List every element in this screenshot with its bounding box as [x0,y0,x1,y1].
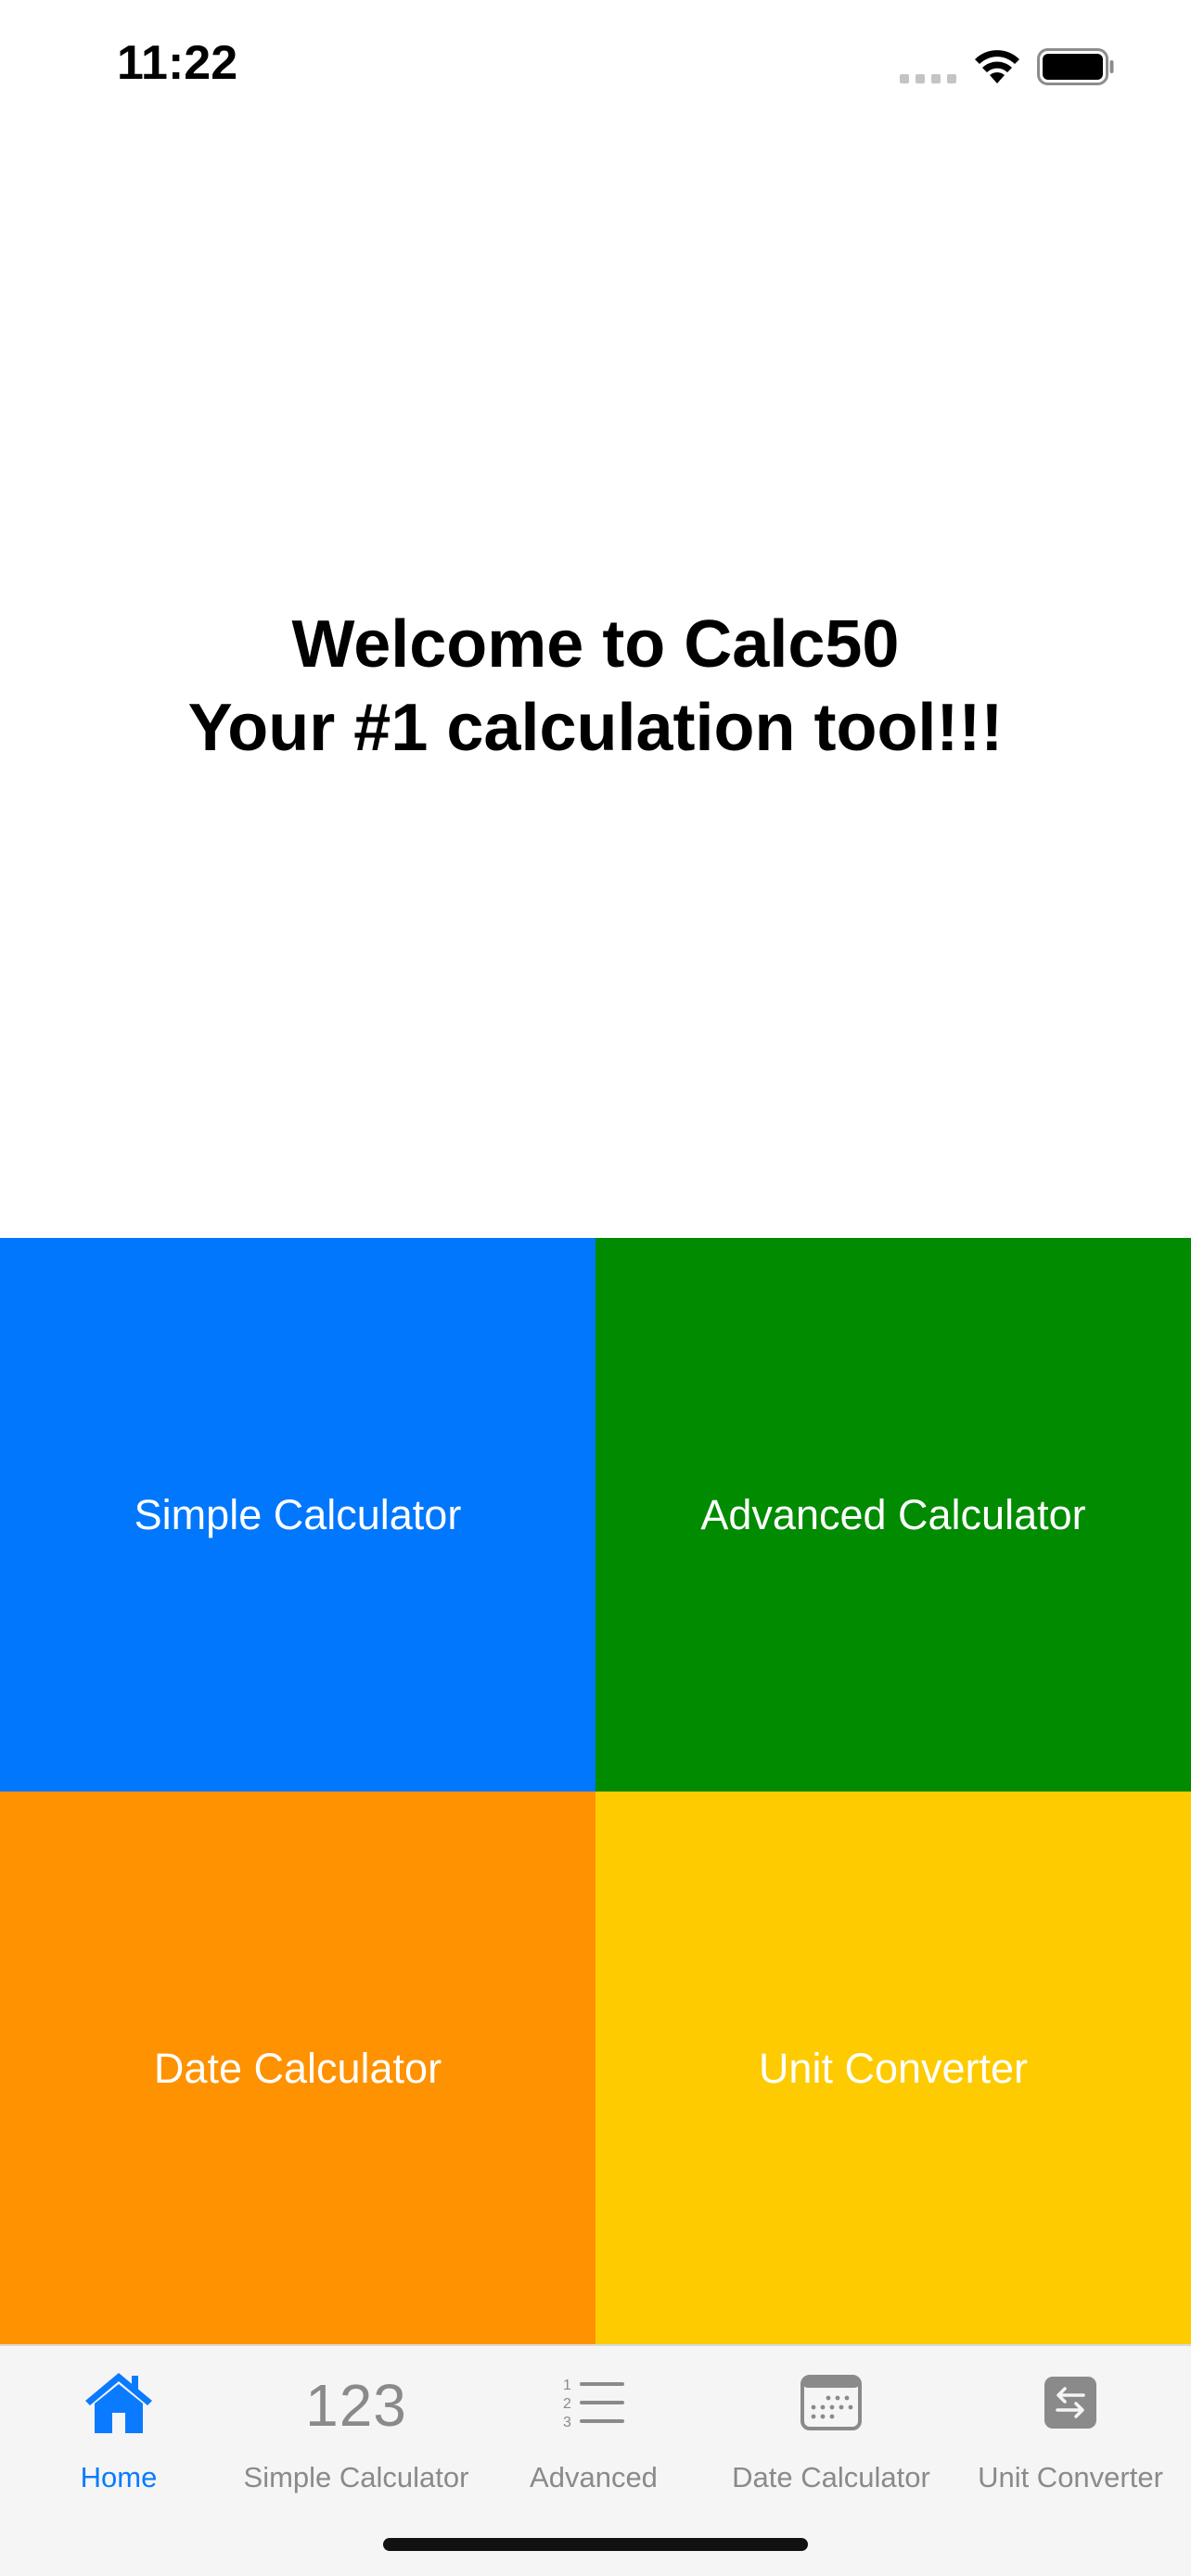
tab-advanced[interactable]: 1 2 3 Advanced [475,2346,712,2504]
battery-icon [1037,48,1114,85]
123-icon: 123 [305,2368,406,2437]
welcome-subtitle: Your #1 calculation tool!!! [187,691,1004,765]
welcome-heading: Welcome to Calc50 Your #1 calculation to… [0,603,1191,770]
svg-text:1: 1 [563,2378,571,2393]
status-time: 11:22 [117,36,238,90]
tile-label: Simple Calculator [134,1490,462,1538]
tab-simple-calculator[interactable]: 123 Simple Calculator [237,2346,475,2504]
tab-date-calculator[interactable]: Date Calculator [712,2346,950,2504]
cellular-signal-icon [900,74,956,83]
simple-calculator-tile[interactable]: Simple Calculator [0,1238,596,1792]
tab-unit-converter[interactable]: Unit Converter [950,2346,1191,2504]
tab-label: Simple Calculator [243,2461,469,2493]
tile-label: Date Calculator [153,2044,442,2092]
arrows-exchange-icon [1033,2368,1108,2437]
date-calculator-tile[interactable]: Date Calculator [0,1792,596,2345]
tile-label: Advanced Calculator [700,1490,1086,1538]
tile-label: Unit Converter [758,2044,1029,2092]
numbered-list-icon: 1 2 3 [557,2368,631,2437]
wifi-icon [975,50,1019,83]
tab-label: Advanced [530,2461,658,2493]
calendar-icon [794,2368,868,2437]
status-bar: 11:22 [0,0,1191,130]
tab-label: Date Calculator [732,2461,930,2493]
tab-home[interactable]: Home [0,2346,237,2504]
unit-converter-tile[interactable]: Unit Converter [596,1792,1191,2345]
svg-text:3: 3 [563,2415,571,2430]
welcome-title: Welcome to Calc50 [291,607,900,682]
tab-label: Unit Converter [978,2461,1163,2493]
home-indicator[interactable] [383,2538,808,2551]
icon-text: 123 [305,2372,407,2439]
advanced-calculator-tile[interactable]: Advanced Calculator [596,1238,1191,1792]
house-icon [82,2368,156,2437]
svg-text:2: 2 [563,2396,571,2412]
tab-label: Home [80,2461,158,2493]
